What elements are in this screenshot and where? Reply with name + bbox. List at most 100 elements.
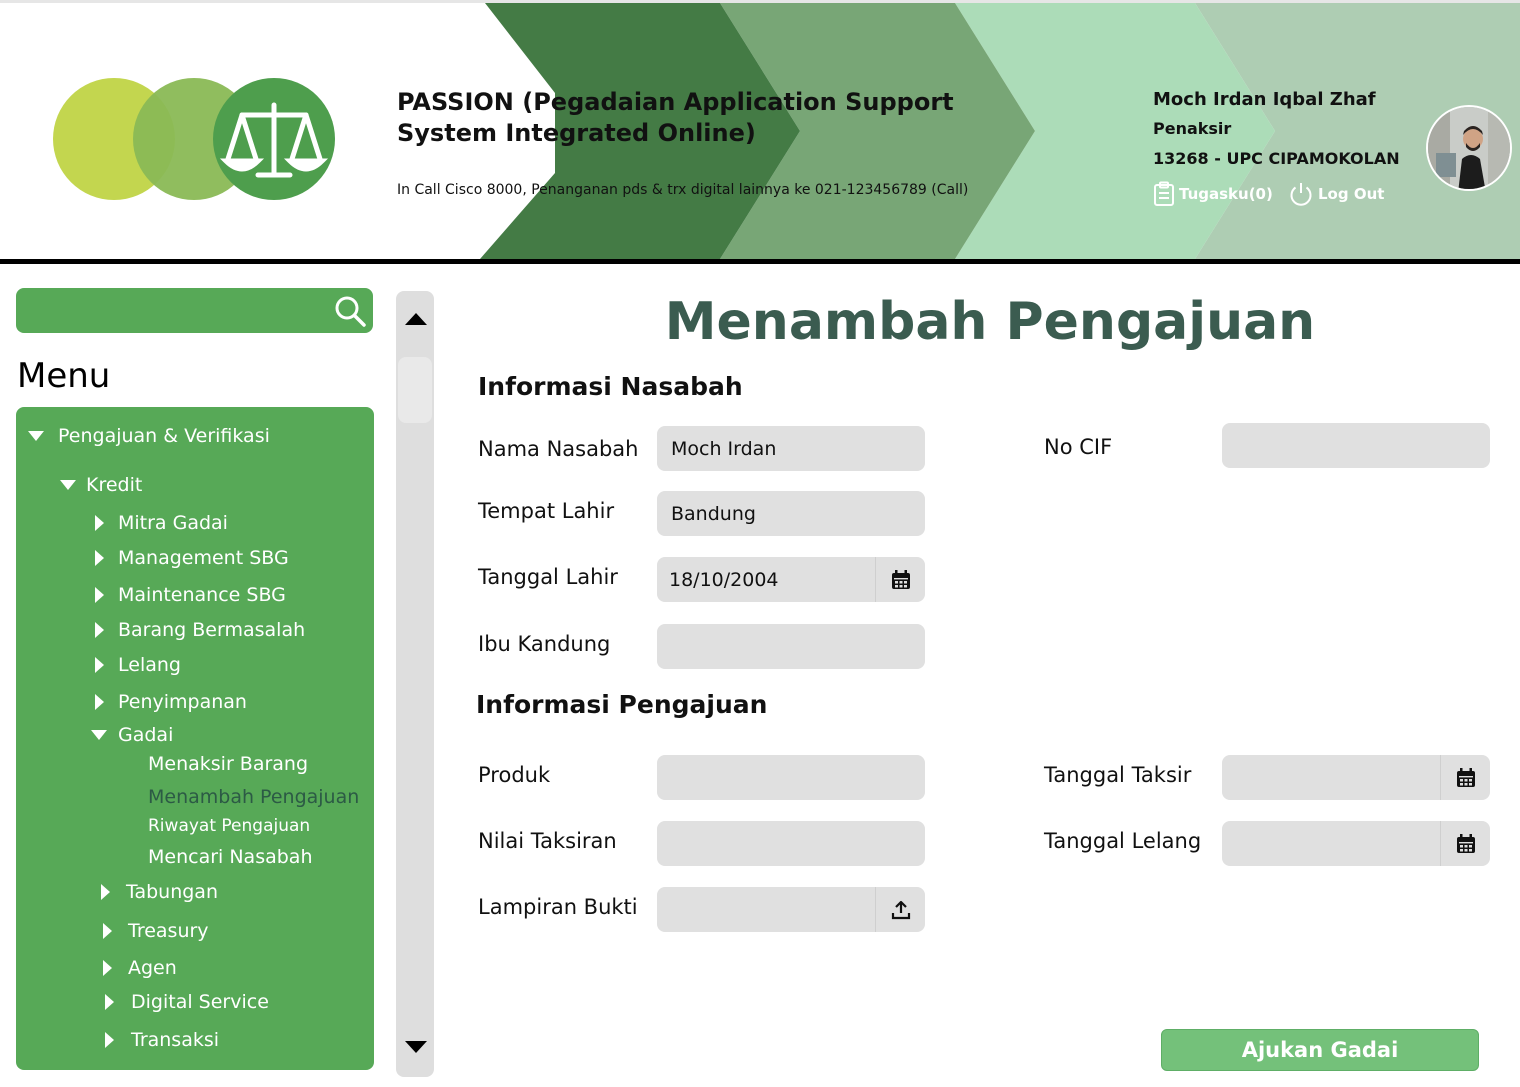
sidebar-item-label: Mitra Gadai [118,512,228,534]
sidebar-menu: Pengajuan & Verifikasi Kredit Mitra Gada… [16,407,374,1070]
sidebar-item-label: Management SBG [118,547,289,569]
sidebar-item-agen[interactable]: Agen [103,957,177,979]
tempat-lahir-field[interactable]: Bandung [657,491,925,536]
caret-right-icon [105,994,114,1010]
section-title-nasabah: Informasi Nasabah [478,372,743,401]
sidebar-item-label: Lelang [118,654,181,676]
caret-right-icon [95,694,104,710]
user-name: Moch Irdan Iqbal Zhaf [1153,89,1376,110]
label-lampiran-bukti: Lampiran Bukti [478,895,638,919]
label-tanggal-taksir: Tanggal Taksir [1044,763,1192,787]
caret-right-icon [101,884,110,900]
app-support-info: In Call Cisco 8000, Penanganan pds & trx… [397,182,969,198]
sidebar-item-pengajuan-verifikasi[interactable]: Pengajuan & Verifikasi [28,425,270,447]
caret-down-icon [60,480,76,490]
label-ibu-kandung: Ibu Kandung [478,632,611,656]
menu-title: Menu [17,356,111,396]
lampiran-bukti-field[interactable] [657,887,925,932]
sidebar-item-label: Treasury [128,920,209,942]
avatar[interactable] [1426,105,1512,191]
sidebar-item-label: Mencari Nasabah [148,846,313,868]
sidebar-item-menambah-pengajuan[interactable]: Menambah Pengajuan [148,786,359,808]
label-nilai-taksiran: Nilai Taksiran [478,829,617,853]
sidebar-item-transaksi[interactable]: Transaksi [105,1029,219,1051]
sidebar-item-lelang[interactable]: Lelang [95,654,181,676]
sidebar-item-label: Menambah Pengajuan [148,786,360,808]
sidebar-item-label: Maintenance SBG [118,584,286,606]
sidebar-item-penyimpanan[interactable]: Penyimpanan [95,691,247,713]
section-title-pengajuan: Informasi Pengajuan [476,690,768,719]
calendar-icon[interactable] [875,557,925,602]
sidebar-item-mencari-nasabah[interactable]: Mencari Nasabah [148,846,313,868]
label-tanggal-lelang: Tanggal Lelang [1044,829,1202,853]
upload-icon[interactable] [875,887,925,932]
caret-right-icon [103,923,112,939]
sidebar-item-label: Agen [128,957,177,979]
sidebar-item-label: Menaksir Barang [148,753,309,775]
sidebar-item-label: Riwayat Pengajuan [148,816,311,836]
search-icon[interactable] [333,294,367,328]
app-title: PASSION (Pegadaian Application Support S… [397,88,954,147]
produk-field[interactable] [657,755,925,800]
label-produk: Produk [478,763,551,787]
search-bar[interactable] [16,288,373,333]
no-cif-field[interactable] [1222,423,1490,468]
tanggal-lelang-field[interactable] [1222,821,1490,866]
tanggal-lahir-value: 18/10/2004 [669,568,779,591]
calendar-icon[interactable] [1440,755,1490,800]
sidebar-item-tabungan[interactable]: Tabungan [101,881,218,903]
logout-label: Log Out [1318,185,1385,203]
sidebar-item-label: Digital Service [131,991,269,1013]
sidebar-item-label: Gadai [118,724,174,746]
nama-nasabah-field[interactable]: Moch Irdan [657,426,925,471]
caret-right-icon [105,1032,114,1048]
sidebar-item-mitra-gadai[interactable]: Mitra Gadai [95,512,228,534]
tanggal-lahir-field[interactable]: 18/10/2004 [657,557,925,602]
vertical-scrollbar[interactable] [396,291,434,1077]
sidebar-item-label: Kredit [86,474,143,496]
caret-right-icon [95,622,104,638]
scroll-thumb[interactable] [398,357,432,423]
nilai-taksiran-field[interactable] [657,821,925,866]
sidebar-item-gadai[interactable]: Gadai [91,724,173,746]
tanggal-taksir-field[interactable] [1222,755,1490,800]
sidebar-item-treasury[interactable]: Treasury [103,920,209,942]
ibu-kandung-field[interactable] [657,624,925,669]
sidebar-item-label: Penyimpanan [118,691,247,713]
caret-right-icon [95,587,104,603]
scroll-up-arrow-icon[interactable] [405,313,427,325]
sidebar-item-management-sbg[interactable]: Management SBG [95,547,289,569]
calendar-icon[interactable] [1440,821,1490,866]
sidebar-item-digital-service[interactable]: Digital Service [105,991,269,1013]
label-no-cif: No CIF [1044,435,1113,459]
caret-right-icon [95,550,104,566]
page-title: Menambah Pengajuan [664,292,1316,352]
caret-down-icon [91,730,107,740]
sidebar-item-menaksir-barang[interactable]: Menaksir Barang [148,753,308,775]
search-input[interactable] [28,296,328,324]
power-icon [1290,183,1312,206]
tempat-lahir-value: Bandung [671,502,756,525]
logout-button[interactable]: Log Out [1288,181,1384,207]
sidebar-item-label: Transaksi [131,1029,220,1051]
caret-right-icon [95,515,104,531]
label-nama-nasabah: Nama Nasabah [478,437,639,461]
header-divider [0,259,1520,264]
clipboard-icon [1154,181,1174,206]
label-tempat-lahir: Tempat Lahir [478,499,615,523]
ajukan-gadai-button[interactable]: Ajukan Gadai [1161,1029,1479,1071]
caret-right-icon [95,657,104,673]
tasks-button[interactable]: Tugasku(0) [1153,181,1273,207]
tasks-label: Tugasku(0) [1179,185,1273,203]
label-tanggal-lahir: Tanggal Lahir [478,565,618,589]
caret-down-icon [28,431,44,441]
sidebar-item-label: Pengajuan & Verifikasi [58,425,270,447]
user-branch: 13268 - UPC CIPAMOKOLAN [1153,149,1400,168]
sidebar-item-kredit[interactable]: Kredit [60,474,142,496]
sidebar-item-maintenance-sbg[interactable]: Maintenance SBG [95,584,286,606]
sidebar-item-barang-bermasalah[interactable]: Barang Bermasalah [95,619,305,641]
scroll-down-arrow-icon[interactable] [405,1041,427,1053]
sidebar-item-riwayat-pengajuan[interactable]: Riwayat Pengajuan [148,816,310,836]
user-role: Penaksir [1153,119,1232,138]
sidebar-item-label: Tabungan [126,881,218,903]
